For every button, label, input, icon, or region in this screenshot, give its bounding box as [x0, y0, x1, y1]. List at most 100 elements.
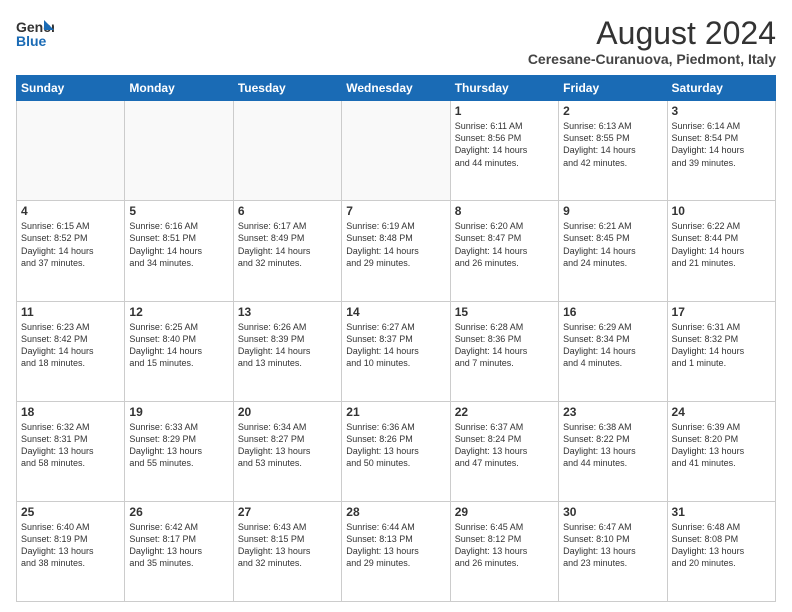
calendar-day-cell: 4Sunrise: 6:15 AM Sunset: 8:52 PM Daylig… [17, 201, 125, 301]
day-info: Sunrise: 6:39 AM Sunset: 8:20 PM Dayligh… [672, 421, 771, 470]
day-info: Sunrise: 6:17 AM Sunset: 8:49 PM Dayligh… [238, 220, 337, 269]
calendar-week-row: 4Sunrise: 6:15 AM Sunset: 8:52 PM Daylig… [17, 201, 776, 301]
day-info: Sunrise: 6:42 AM Sunset: 8:17 PM Dayligh… [129, 521, 228, 570]
day-info: Sunrise: 6:47 AM Sunset: 8:10 PM Dayligh… [563, 521, 662, 570]
day-info: Sunrise: 6:21 AM Sunset: 8:45 PM Dayligh… [563, 220, 662, 269]
calendar-day-cell: 15Sunrise: 6:28 AM Sunset: 8:36 PM Dayli… [450, 301, 558, 401]
day-number: 2 [563, 104, 662, 118]
calendar-day-cell: 2 Sunrise: 6:13 AM Sunset: 8:55 PM Daylig… [559, 101, 667, 201]
calendar-day-cell: 29 Sunrise: 6:45 AM Sunset: 8:12 PM Dayli… [450, 501, 558, 601]
day-info: Sunrise: 6:36 AM Sunset: 8:26 PM Dayligh… [346, 421, 445, 470]
day-info: Sunrise: 6:44 AM Sunset: 8:13 PM Dayligh… [346, 521, 445, 570]
day-number: 28 [346, 505, 445, 519]
day-info: Sunrise: 6:14 AM Sunset: 8:54 PM Dayligh… [672, 120, 771, 169]
day-number: 31 [672, 505, 771, 519]
calendar-day-cell: 16 Sunrise: 6:29 AM Sunset: 8:34 PM Dayli… [559, 301, 667, 401]
day-number: 27 [238, 505, 337, 519]
calendar-day-header: Thursday [450, 76, 558, 101]
day-number: 11 [21, 305, 120, 319]
calendar-day-cell: 27 Sunrise: 6:43 AM Sunset: 8:15 PM Dayli… [233, 501, 341, 601]
day-number: 24 [672, 405, 771, 419]
day-number: 22 [455, 405, 554, 419]
calendar-day-header: Friday [559, 76, 667, 101]
calendar-day-cell: 28 Sunrise: 6:44 AM Sunset: 8:13 PM Dayli… [342, 501, 450, 601]
day-info: Sunrise: 6:11 AM Sunset: 8:56 PM Dayligh… [455, 120, 554, 169]
day-number: 29 [455, 505, 554, 519]
day-info: Sunrise: 6:37 AM Sunset: 8:24 PM Dayligh… [455, 421, 554, 470]
calendar-day-cell: 11Sunrise: 6:23 AM Sunset: 8:42 PM Dayli… [17, 301, 125, 401]
calendar-header-row: SundayMondayTuesdayWednesdayThursdayFrid… [17, 76, 776, 101]
calendar-day-cell: 18 Sunrise: 6:32 AM Sunset: 8:31 PM Dayli… [17, 401, 125, 501]
day-info: Sunrise: 6:26 AM Sunset: 8:39 PM Dayligh… [238, 321, 337, 370]
day-info: Sunrise: 6:34 AM Sunset: 8:27 PM Dayligh… [238, 421, 337, 470]
day-info: Sunrise: 6:48 AM Sunset: 8:08 PM Dayligh… [672, 521, 771, 570]
calendar-day-header: Wednesday [342, 76, 450, 101]
calendar-day-header: Saturday [667, 76, 775, 101]
calendar-day-cell: 19 Sunrise: 6:33 AM Sunset: 8:29 PM Dayli… [125, 401, 233, 501]
day-info: Sunrise: 6:28 AM Sunset: 8:36 PM Dayligh… [455, 321, 554, 370]
day-info: Sunrise: 6:15 AM Sunset: 8:52 PM Dayligh… [21, 220, 120, 269]
day-number: 12 [129, 305, 228, 319]
calendar-day-cell: 7 Sunrise: 6:19 AM Sunset: 8:48 PM Daylig… [342, 201, 450, 301]
calendar-day-cell [233, 101, 341, 201]
day-number: 17 [672, 305, 771, 319]
day-info: Sunrise: 6:33 AM Sunset: 8:29 PM Dayligh… [129, 421, 228, 470]
header: GeneralBlue August 2024 Ceresane-Curanuo… [16, 16, 776, 67]
day-info: Sunrise: 6:45 AM Sunset: 8:12 PM Dayligh… [455, 521, 554, 570]
calendar-day-cell: 24 Sunrise: 6:39 AM Sunset: 8:20 PM Dayli… [667, 401, 775, 501]
day-info: Sunrise: 6:20 AM Sunset: 8:47 PM Dayligh… [455, 220, 554, 269]
day-number: 10 [672, 204, 771, 218]
calendar-day-header: Tuesday [233, 76, 341, 101]
day-info: Sunrise: 6:16 AM Sunset: 8:51 PM Dayligh… [129, 220, 228, 269]
calendar-day-cell: 31 Sunrise: 6:48 AM Sunset: 8:08 PM Dayli… [667, 501, 775, 601]
calendar-day-cell: 3 Sunrise: 6:14 AM Sunset: 8:54 PM Daylig… [667, 101, 775, 201]
calendar-day-cell: 6Sunrise: 6:17 AM Sunset: 8:49 PM Daylig… [233, 201, 341, 301]
calendar-day-cell: 1 Sunrise: 6:11 AM Sunset: 8:56 PM Daylig… [450, 101, 558, 201]
day-info: Sunrise: 6:27 AM Sunset: 8:37 PM Dayligh… [346, 321, 445, 370]
calendar-day-cell: 25Sunrise: 6:40 AM Sunset: 8:19 PM Dayli… [17, 501, 125, 601]
calendar-table: SundayMondayTuesdayWednesdayThursdayFrid… [16, 75, 776, 602]
calendar-day-cell: 21Sunrise: 6:36 AM Sunset: 8:26 PM Dayli… [342, 401, 450, 501]
day-number: 3 [672, 104, 771, 118]
day-info: Sunrise: 6:32 AM Sunset: 8:31 PM Dayligh… [21, 421, 120, 470]
calendar-day-cell [125, 101, 233, 201]
subtitle: Ceresane-Curanuova, Piedmont, Italy [528, 51, 776, 67]
day-number: 30 [563, 505, 662, 519]
calendar-day-cell: 14 Sunrise: 6:27 AM Sunset: 8:37 PM Dayli… [342, 301, 450, 401]
day-number: 13 [238, 305, 337, 319]
day-number: 7 [346, 204, 445, 218]
logo-svg: GeneralBlue [16, 16, 54, 54]
day-info: Sunrise: 6:29 AM Sunset: 8:34 PM Dayligh… [563, 321, 662, 370]
calendar-day-cell: 10 Sunrise: 6:22 AM Sunset: 8:44 PM Dayli… [667, 201, 775, 301]
day-number: 26 [129, 505, 228, 519]
calendar-week-row: 11Sunrise: 6:23 AM Sunset: 8:42 PM Dayli… [17, 301, 776, 401]
day-number: 5 [129, 204, 228, 218]
day-number: 23 [563, 405, 662, 419]
calendar-day-cell: 12Sunrise: 6:25 AM Sunset: 8:40 PM Dayli… [125, 301, 233, 401]
day-info: Sunrise: 6:43 AM Sunset: 8:15 PM Dayligh… [238, 521, 337, 570]
calendar-day-cell: 13 Sunrise: 6:26 AM Sunset: 8:39 PM Dayli… [233, 301, 341, 401]
logo: GeneralBlue [16, 16, 54, 54]
title-block: August 2024 Ceresane-Curanuova, Piedmont… [528, 16, 776, 67]
calendar-day-cell [342, 101, 450, 201]
day-info: Sunrise: 6:13 AM Sunset: 8:55 PM Dayligh… [563, 120, 662, 169]
day-number: 18 [21, 405, 120, 419]
day-number: 16 [563, 305, 662, 319]
calendar-day-cell: 5 Sunrise: 6:16 AM Sunset: 8:51 PM Daylig… [125, 201, 233, 301]
calendar-day-cell: 20Sunrise: 6:34 AM Sunset: 8:27 PM Dayli… [233, 401, 341, 501]
day-info: Sunrise: 6:22 AM Sunset: 8:44 PM Dayligh… [672, 220, 771, 269]
day-info: Sunrise: 6:38 AM Sunset: 8:22 PM Dayligh… [563, 421, 662, 470]
calendar-day-cell: 30 Sunrise: 6:47 AM Sunset: 8:10 PM Dayli… [559, 501, 667, 601]
calendar-day-header: Monday [125, 76, 233, 101]
main-title: August 2024 [528, 16, 776, 51]
calendar-week-row: 18 Sunrise: 6:32 AM Sunset: 8:31 PM Dayli… [17, 401, 776, 501]
page: GeneralBlue August 2024 Ceresane-Curanuo… [0, 0, 792, 612]
day-info: Sunrise: 6:19 AM Sunset: 8:48 PM Dayligh… [346, 220, 445, 269]
calendar-day-cell: 17Sunrise: 6:31 AM Sunset: 8:32 PM Dayli… [667, 301, 775, 401]
day-number: 19 [129, 405, 228, 419]
day-number: 14 [346, 305, 445, 319]
calendar-day-cell: 9Sunrise: 6:21 AM Sunset: 8:45 PM Daylig… [559, 201, 667, 301]
calendar-week-row: 25Sunrise: 6:40 AM Sunset: 8:19 PM Dayli… [17, 501, 776, 601]
calendar-day-header: Sunday [17, 76, 125, 101]
day-number: 1 [455, 104, 554, 118]
